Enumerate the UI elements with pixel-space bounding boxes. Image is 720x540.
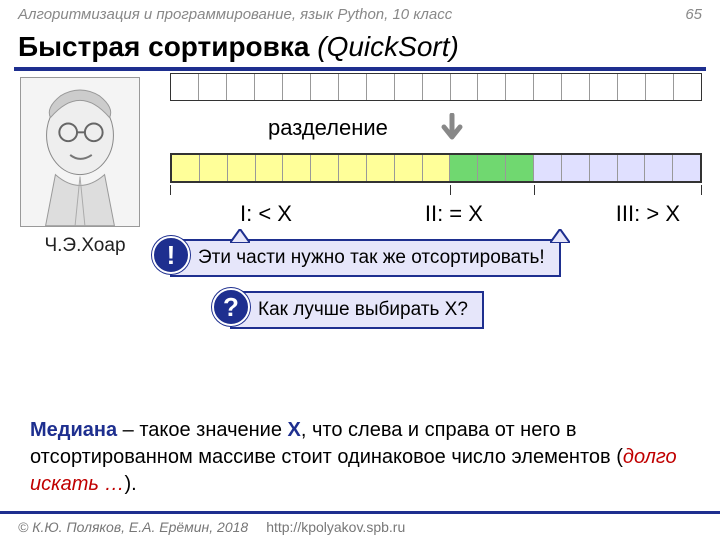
content: Ч.Э.Хоар разделение [0,71,720,471]
ticks [170,185,702,197]
title-main: Быстрая сортировка [18,31,309,62]
callout1-text: Эти части нужно так же отсортировать! [170,239,561,277]
pointer-icon [550,229,570,243]
footer-copyright: © К.Ю. Поляков, Е.А. Ерёмин, 2018 [18,519,248,535]
page-number: 65 [685,6,702,23]
median-b3: ). [124,473,136,495]
median-x: X [288,419,301,441]
part-labels: I: < X II: = X III: > X [170,201,702,227]
topbar: Алгоритмизация и программирование, язык … [0,0,720,23]
portrait-block: Ч.Э.Хоар [20,77,150,257]
arrow-down-icon [438,113,466,152]
median-term: Медиана [30,419,117,441]
footer-url: http://kpolyakov.spb.ru [266,519,405,535]
diagram: разделение I: < X II: = X III [170,73,702,329]
footer: © К.Ю. Поляков, Е.А. Ерёмин, 2018 http:/… [0,511,720,540]
course-title: Алгоритмизация и программирование, язык … [18,6,452,23]
portrait-image [20,77,140,227]
question-badge-icon: ? [212,288,250,326]
part-3-label: III: > X [616,201,680,227]
callout-sort-parts: ! Эти части нужно так же отсортировать! [170,239,702,277]
part-1-label: I: < X [240,201,292,227]
median-definition: Медиана – такое значение X, что слева и … [30,417,690,498]
array-row-top [170,73,702,101]
portrait-caption: Ч.Э.Хоар [20,235,150,257]
part-2-label: II: = X [425,201,483,227]
slide: Алгоритмизация и программирование, язык … [0,0,720,540]
median-b1: – такое значение [117,419,287,441]
array-row-split [170,153,702,183]
slide-title: Быстрая сортировка (QuickSort) [0,23,720,67]
callout2-text: Как лучше выбирать X? [230,291,484,329]
title-paren: (QuickSort) [317,31,459,62]
hoare-sketch-icon [21,78,139,226]
pointer-icon [230,229,250,243]
split-label: разделение [268,115,388,141]
callout-choose-x: ? Как лучше выбирать X? [230,291,702,329]
exclaim-badge-icon: ! [152,236,190,274]
